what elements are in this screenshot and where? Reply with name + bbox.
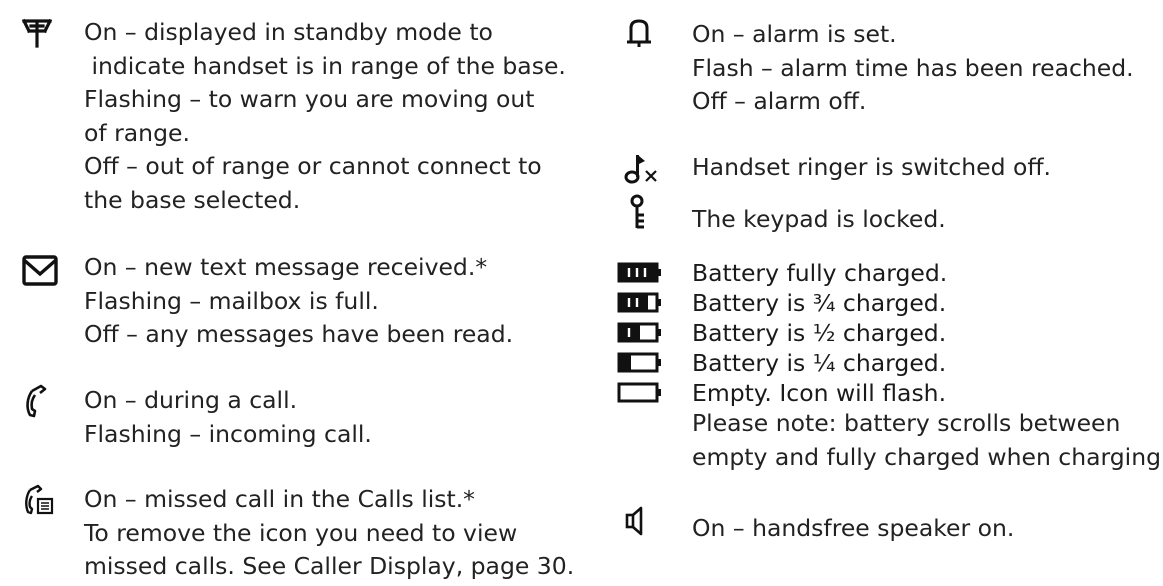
missed-call-line: On – missed call in the Calls list.* xyxy=(84,485,475,513)
call-line: Flashing – incoming call. xyxy=(84,419,372,448)
antenna-line: On – displayed in standby mode to xyxy=(84,18,493,46)
message-line: Off – any messages have been read. xyxy=(84,320,514,348)
antenna-line: indicate handset is in range of the base… xyxy=(84,51,566,80)
speaker-icon xyxy=(624,504,664,544)
battery-half-icon xyxy=(617,322,663,344)
envelope-icon xyxy=(22,255,62,295)
missed-call-line: To remove the icon you need to view xyxy=(84,518,518,547)
antenna-icon xyxy=(21,18,62,58)
phone-handset-icon xyxy=(22,384,62,424)
key-icon xyxy=(624,193,664,233)
message-line: On – new text message received.* xyxy=(84,253,488,281)
call-line: On – during a call. xyxy=(84,386,298,414)
antenna-line: the base selected. xyxy=(84,185,301,214)
missed-call-line: missed calls. See Caller Display, page 3… xyxy=(84,552,575,580)
battery-quarter-text: Battery is ¼ charged. xyxy=(692,349,947,377)
antenna-line: of range. xyxy=(84,118,190,147)
battery-quarter-icon xyxy=(617,352,663,374)
battery-half-text: Battery is ½ charged. xyxy=(692,319,947,347)
battery-three-quarter-icon xyxy=(617,292,663,314)
alarm-line: On – alarm is set. xyxy=(692,20,897,48)
ringer-line: Handset ringer is switched off. xyxy=(692,153,1052,181)
ringer-off-icon xyxy=(624,153,664,193)
keypad-line: The keypad is locked. xyxy=(692,205,946,233)
alarm-line: Off – alarm off. xyxy=(692,87,867,115)
alarm-line: Flash – alarm time has been reached. xyxy=(692,53,1134,82)
missed-call-icon xyxy=(22,484,62,524)
antenna-line: Off – out of range or cannot connect to xyxy=(84,152,542,180)
battery-full-icon xyxy=(617,262,663,284)
battery-three-quarter-text: Battery is ¾ charged. xyxy=(692,289,947,317)
battery-empty-text: Empty. Icon will flash. xyxy=(692,379,947,407)
battery-empty-icon xyxy=(617,382,663,404)
speaker-line: On – handsfree speaker on. xyxy=(692,514,1015,542)
bell-icon xyxy=(624,18,664,58)
battery-note-line: Please note: battery scrolls between xyxy=(692,409,1121,437)
battery-full-text: Battery fully charged. xyxy=(692,259,948,287)
battery-note-line: empty and fully charged when charging. xyxy=(692,442,1163,471)
message-line: Flashing – mailbox is full. xyxy=(84,286,379,315)
antenna-line: Flashing – to warn you are moving out xyxy=(84,85,535,113)
